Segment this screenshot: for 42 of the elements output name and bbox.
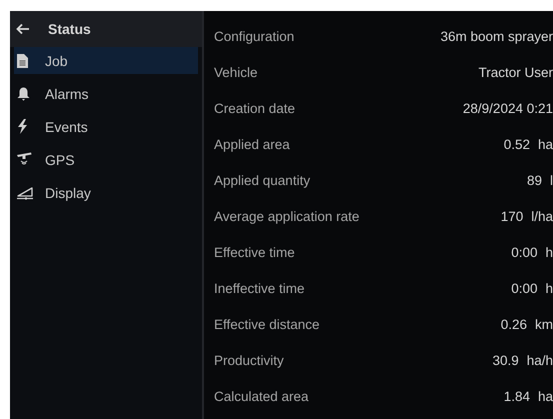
field-value: 0:00 (511, 280, 538, 296)
bell-icon (17, 86, 30, 100)
unit-label: l/ha (531, 208, 553, 224)
unit-label: l (550, 172, 553, 188)
field-label: Configuration (214, 28, 294, 44)
document-icon (17, 54, 28, 68)
field-value: 28/9/2024 0:21 (462, 100, 553, 116)
sidebar-item[interactable]: GPS (14, 146, 198, 173)
field-label: Productivity (214, 352, 284, 368)
unit-label: km (535, 316, 553, 332)
sidebar-item[interactable]: Alarms (14, 80, 198, 107)
triangle-ruler-icon (17, 186, 33, 200)
sidebar-item[interactable]: Display (14, 179, 198, 206)
unit-label: ha (538, 388, 553, 404)
field-label: Applied quantity (214, 172, 310, 188)
unit-label: h (545, 244, 553, 260)
field-label: Ineffective time (214, 280, 305, 296)
field-value: 0:00 (511, 244, 538, 260)
field-value: 36m boom sprayer (440, 28, 553, 44)
unit-label: ha/h (526, 352, 553, 368)
unit-label: ha (538, 136, 553, 152)
field-label: Calculated area (214, 388, 309, 404)
field-value: 89 (526, 172, 542, 188)
field-label: Creation date (214, 100, 296, 116)
field-label: Applied area (214, 136, 290, 152)
field-value: 170 (500, 208, 524, 224)
field-value: Tractor User (478, 64, 553, 80)
field-label: Vehicle (214, 64, 258, 80)
field-label: Average application rate (214, 208, 360, 224)
sidebar-item[interactable]: Events (14, 113, 198, 140)
lightning-bolt-icon (17, 119, 28, 134)
field-value: 0.52 (504, 136, 530, 152)
sidebar-item[interactable]: Job (14, 47, 198, 74)
field-label: Effective distance (214, 316, 320, 332)
satellite-icon (17, 152, 32, 167)
unit-label: h (545, 280, 553, 296)
field-value: 1.84 (504, 388, 530, 404)
screen-title: Status (48, 21, 91, 37)
field-value: 30.9 (492, 352, 519, 368)
field-value: 0.26 (500, 316, 527, 332)
back-arrow-icon[interactable] (16, 23, 30, 35)
field-label: Effective time (214, 244, 295, 260)
